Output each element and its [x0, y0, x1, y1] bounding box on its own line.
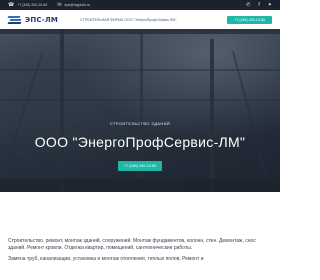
social-links: ✆ f ✦	[238, 2, 272, 8]
twitter-icon[interactable]: ✦	[268, 2, 272, 8]
header-tagline: СТРОИТЕЛЬНАЯ ФИРМА ООО "ЭнергоПрофСервис…	[80, 17, 177, 22]
hero-title: ООО "ЭнергоПрофСервис-ЛМ"	[34, 134, 246, 150]
logo-mark-icon	[7, 15, 22, 24]
hero-phone-button[interactable]: +7 (345) 200-10-60	[118, 161, 162, 171]
topbar-phone-text[interactable]: +7 (345) 200-10-60	[17, 3, 47, 7]
logo-text: ЭПС-ЛМ	[25, 15, 59, 24]
hero-content: СТРОИТЕЛЬСТВО ЗДАНИЙ ООО "ЭнергоПрофСерв…	[0, 29, 280, 192]
hero-banner: СТРОИТЕЛЬСТВО ЗДАНИЙ ООО "ЭнергоПрофСерв…	[0, 29, 280, 192]
top-bar: ☎ +7 (345) 200-10-60 ✉ eps@myphub.ru ✆ f…	[0, 0, 280, 10]
hero-subtitle: СТРОИТЕЛЬСТВО ЗДАНИЙ	[109, 121, 171, 126]
topbar-phone[interactable]: ☎ +7 (345) 200-10-60	[8, 1, 47, 8]
phone-icon: ☎	[8, 1, 15, 8]
facebook-icon[interactable]: f	[258, 2, 259, 8]
about-paragraph-2: Замена труб, канализации, установка и мо…	[8, 256, 204, 262]
about-section: Строительство, ремонт, монтаж зданий, со…	[8, 238, 274, 268]
about-paragraph-1: Строительство, ремонт, монтаж зданий, со…	[8, 238, 256, 251]
logo[interactable]: ЭПС-ЛМ	[7, 15, 59, 24]
envelope-icon: ✉	[57, 1, 62, 8]
vk-icon[interactable]: ✆	[246, 2, 250, 8]
site-header: ЭПС-ЛМ СТРОИТЕЛЬНАЯ ФИРМА ООО "ЭнергоПро…	[0, 10, 280, 29]
topbar-email-text[interactable]: eps@myphub.ru	[65, 3, 91, 7]
topbar-email[interactable]: ✉ eps@myphub.ru	[57, 1, 91, 8]
header-phone-button[interactable]: +7 (345) 200-10-60	[227, 15, 272, 24]
